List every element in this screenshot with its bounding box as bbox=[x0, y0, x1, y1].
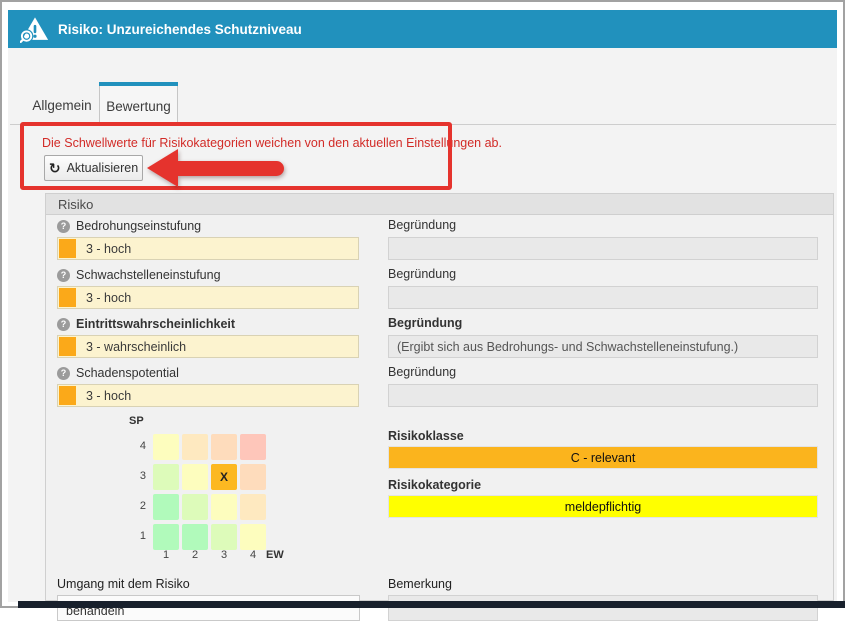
matrix-cell bbox=[182, 434, 208, 460]
risk-warning-magnifier-icon bbox=[20, 16, 50, 43]
titlebar: Risiko: Unzureichendes Schutzniveau bbox=[8, 10, 837, 48]
rating-value: 3 - hoch bbox=[86, 242, 131, 256]
treatment-label: Umgang mit dem Risiko bbox=[57, 577, 190, 591]
risk-category-bar: meldepflichtig bbox=[388, 495, 818, 518]
help-icon[interactable]: ? bbox=[57, 220, 70, 233]
reason-label: Begründung bbox=[388, 316, 462, 332]
matrix-col-label: 3 bbox=[211, 549, 237, 561]
matrix-cell bbox=[182, 464, 208, 490]
reason-label: Begründung bbox=[388, 267, 456, 283]
field-label-row: ? Schwachstelleneinstufung bbox=[57, 267, 221, 283]
field-label: Eintrittswahrscheinlichkeit bbox=[76, 317, 235, 331]
matrix-row-label: 4 bbox=[132, 440, 146, 452]
matrix-cell bbox=[153, 464, 179, 490]
reason-input[interactable]: (Ergibt sich aus Bedrohungs- und Schwach… bbox=[388, 335, 818, 358]
field-label-row: ? Eintrittswahrscheinlichkeit bbox=[57, 316, 235, 332]
field-label-row: ? Bedrohungseinstufung bbox=[57, 218, 201, 234]
field-label: Bedrohungseinstufung bbox=[76, 219, 201, 233]
risk-category-label: Risikokategorie bbox=[388, 478, 481, 492]
matrix-row-label: 1 bbox=[132, 530, 146, 542]
tab-allgemein-label: Allgemein bbox=[32, 98, 91, 113]
threshold-warning-text: Die Schwellwerte für Risikokategorien we… bbox=[42, 136, 502, 150]
matrix-cell bbox=[182, 494, 208, 520]
rating-color-chip bbox=[59, 288, 76, 307]
rating-select[interactable]: 3 - hoch bbox=[57, 237, 359, 260]
window-bottom-edge bbox=[18, 601, 845, 608]
matrix-row-label: 3 bbox=[132, 470, 146, 482]
matrix-cell bbox=[153, 524, 179, 550]
remark-label: Bemerkung bbox=[388, 577, 452, 591]
reason-label: Begründung bbox=[388, 218, 456, 234]
rating-value: 3 - hoch bbox=[86, 291, 131, 305]
page-title: Risiko: Unzureichendes Schutzniveau bbox=[58, 22, 302, 37]
matrix-selected-cell: X bbox=[211, 464, 237, 490]
reason-input[interactable] bbox=[388, 286, 818, 309]
matrix-x-axis-label: EW bbox=[266, 549, 284, 561]
risiko-group-title: Risiko bbox=[58, 197, 93, 212]
tab-allgemein[interactable]: Allgemein bbox=[25, 86, 99, 125]
matrix-cell bbox=[211, 524, 237, 550]
reason-input[interactable] bbox=[388, 384, 818, 407]
matrix-cell bbox=[211, 494, 237, 520]
matrix-cell bbox=[211, 434, 237, 460]
rating-value: 3 - hoch bbox=[86, 389, 131, 403]
matrix-cell bbox=[182, 524, 208, 550]
risk-category-value: meldepflichtig bbox=[565, 500, 641, 514]
rating-color-chip bbox=[59, 337, 76, 356]
reason-value: (Ergibt sich aus Bedrohungs- und Schwach… bbox=[397, 340, 738, 354]
tab-bewertung-label: Bewertung bbox=[106, 99, 171, 114]
matrix-cell bbox=[153, 494, 179, 520]
field-label: Schwachstelleneinstufung bbox=[76, 268, 221, 282]
risk-class-label: Risikoklasse bbox=[388, 429, 464, 443]
rating-color-chip bbox=[59, 386, 76, 405]
help-icon[interactable]: ? bbox=[57, 318, 70, 331]
matrix-col-label: 1 bbox=[153, 549, 179, 561]
help-icon[interactable]: ? bbox=[57, 367, 70, 380]
matrix-col-label: 4 bbox=[240, 549, 266, 561]
field-label: Schadenspotential bbox=[76, 366, 179, 380]
rating-value: 3 - wahrscheinlich bbox=[86, 340, 186, 354]
aktualisieren-button[interactable]: ↻ Aktualisieren bbox=[44, 155, 143, 181]
risk-class-value: C - relevant bbox=[571, 451, 636, 465]
matrix-cell bbox=[240, 434, 266, 460]
refresh-icon: ↻ bbox=[49, 160, 61, 177]
risiko-group-header: Risiko bbox=[45, 193, 834, 215]
remark-input[interactable] bbox=[388, 595, 818, 621]
matrix-cell bbox=[240, 524, 266, 550]
matrix-cell bbox=[240, 494, 266, 520]
treatment-select[interactable]: behandeln bbox=[57, 595, 360, 621]
help-icon[interactable]: ? bbox=[57, 269, 70, 282]
matrix-cell bbox=[240, 464, 266, 490]
risk-class-bar: C - relevant bbox=[388, 446, 818, 469]
tab-bewertung[interactable]: Bewertung bbox=[99, 86, 178, 126]
rating-color-chip bbox=[59, 239, 76, 258]
rating-select[interactable]: 3 - hoch bbox=[57, 286, 359, 309]
rating-select[interactable]: 3 - hoch bbox=[57, 384, 359, 407]
matrix-col-label: 2 bbox=[182, 549, 208, 561]
aktualisieren-button-label: Aktualisieren bbox=[67, 161, 139, 175]
matrix-cell bbox=[153, 434, 179, 460]
reason-input[interactable] bbox=[388, 237, 818, 260]
matrix-y-axis-label: SP bbox=[129, 415, 144, 427]
matrix-row-label: 2 bbox=[132, 500, 146, 512]
matrix-selected-marker: X bbox=[220, 470, 228, 484]
field-label-row: ? Schadenspotential bbox=[57, 365, 179, 381]
rating-select[interactable]: 3 - wahrscheinlich bbox=[57, 335, 359, 358]
reason-label: Begründung bbox=[388, 365, 456, 381]
